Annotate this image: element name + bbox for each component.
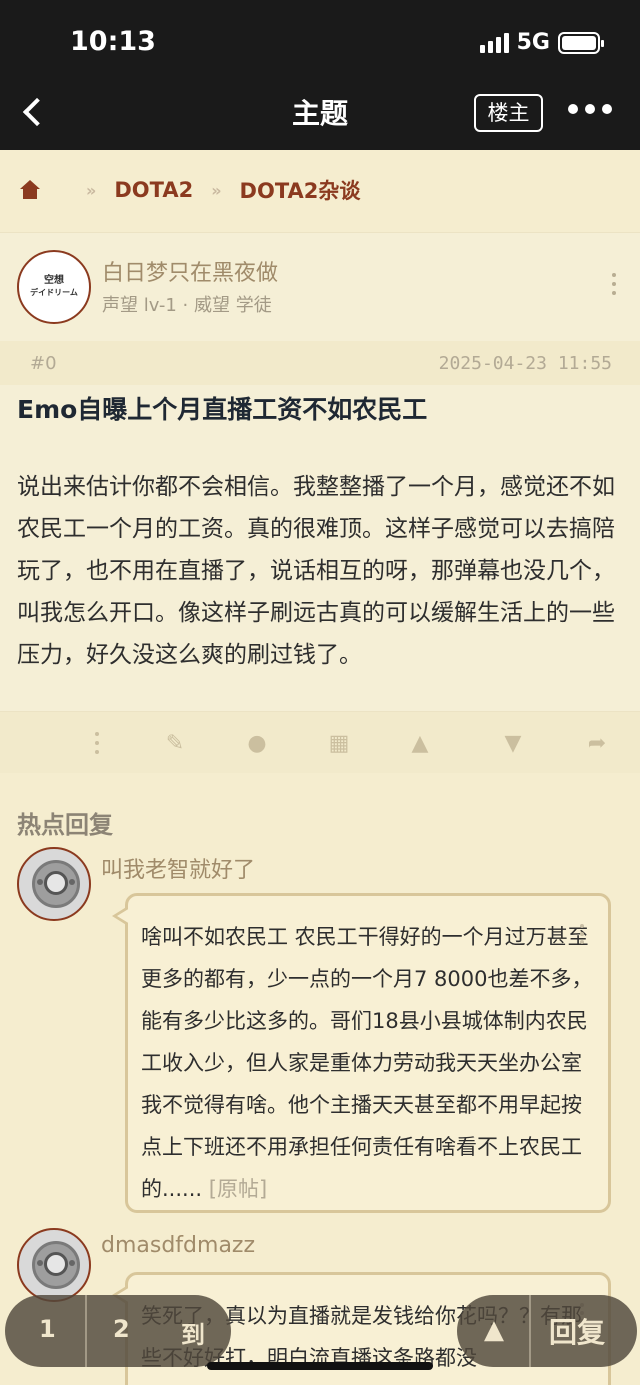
thumbs-down-icon[interactable]: ▼	[500, 730, 526, 756]
breadcrumb-separator: »	[211, 180, 222, 200]
thumbs-up-icon[interactable]: ▲	[479, 1315, 509, 1345]
post-actions: ✎ ● ▦ ▲ ▼ ➦	[0, 711, 640, 773]
page-2-button[interactable]: 2	[113, 1315, 130, 1343]
post-time: 2025-04-23 11:55	[438, 353, 612, 374]
reply-author[interactable]: 叫我老智就好了	[101, 852, 255, 884]
gift-icon[interactable]: ▦	[326, 730, 352, 756]
battery-icon	[558, 31, 604, 54]
avatar-subtext: デイドリーム	[30, 288, 78, 297]
author-meta: 声望 lv-1 · 威望 学徒	[102, 295, 272, 316]
page-navigator: 1 2 到	[5, 1295, 231, 1367]
page-title: 主题	[291, 97, 348, 130]
page-1-button[interactable]: 1	[39, 1315, 56, 1343]
network-label: 5G	[516, 30, 550, 55]
owner-only-button[interactable]: 楼主	[474, 94, 543, 132]
reply-bar: ▲ 回复	[457, 1295, 637, 1367]
reply-bubble: 啥叫不如农民工 农民工干得好的一个月过万甚至更多的都有，少一点的一个月7 800…	[112, 893, 611, 1213]
avatar-text: 空想	[44, 275, 64, 286]
original-post-link[interactable]: [原帖]	[209, 1177, 267, 1201]
hot-replies-title: 热点回复	[17, 811, 113, 839]
home-indicator	[207, 1362, 433, 1370]
reply-text: 啥叫不如农民工 农民工干得好的一个月过万甚至更多的都有，少一点的一个月7 800…	[128, 896, 608, 1210]
avatar[interactable]	[17, 847, 91, 921]
reply-text-content: 啥叫不如农民工 农民工干得好的一个月过万甚至更多的都有，少一点的一个月7 800…	[141, 925, 593, 1201]
more-options-icon[interactable]	[568, 104, 612, 114]
home-icon[interactable]	[20, 180, 40, 200]
share-icon[interactable]: ➦	[584, 730, 610, 756]
avatar[interactable]	[17, 1228, 91, 1302]
breadcrumb-separator: »	[86, 180, 97, 200]
original-post: 空想 デイドリーム 白日梦只在黑夜做 声望 lv-1 · 威望 学徒 #0 20…	[0, 232, 640, 773]
thumbs-up-icon[interactable]: ▲	[407, 730, 433, 756]
author-name[interactable]: 白日梦只在黑夜做	[102, 255, 278, 287]
signal-icon	[479, 32, 509, 53]
avatar[interactable]: 空想 デイドリーム	[17, 250, 91, 324]
reply-button[interactable]: 回复	[549, 1311, 605, 1351]
breadcrumb-item-dota2-talk[interactable]: DOTA2杂谈	[240, 175, 361, 205]
edit-icon[interactable]: ✎	[162, 730, 188, 756]
breadcrumb-item-dota2[interactable]: DOTA2	[114, 178, 193, 202]
status-indicators: 5G	[479, 30, 604, 55]
post-body: 说出来估计你都不会相信。我整整播了一个月，感觉还不如农民工一个月的工资。真的很难…	[17, 474, 615, 668]
floor-number: #0	[30, 353, 57, 374]
post-more-icon[interactable]	[612, 273, 616, 295]
more-vertical-icon[interactable]	[84, 730, 110, 756]
top-bar: 10:13 5G 主题 楼主	[0, 0, 640, 150]
reply-author[interactable]: dmasdfdmazz	[101, 1233, 255, 1258]
comment-icon[interactable]: ●	[244, 730, 270, 756]
breadcrumb: » DOTA2 » DOTA2杂谈	[0, 150, 640, 230]
post-title: Emo自曝上个月直播工资不如农民工	[17, 395, 428, 424]
status-time: 10:13	[70, 26, 156, 57]
reply-more-icon[interactable]	[580, 924, 584, 944]
goto-page-button[interactable]: 到	[181, 1315, 205, 1350]
